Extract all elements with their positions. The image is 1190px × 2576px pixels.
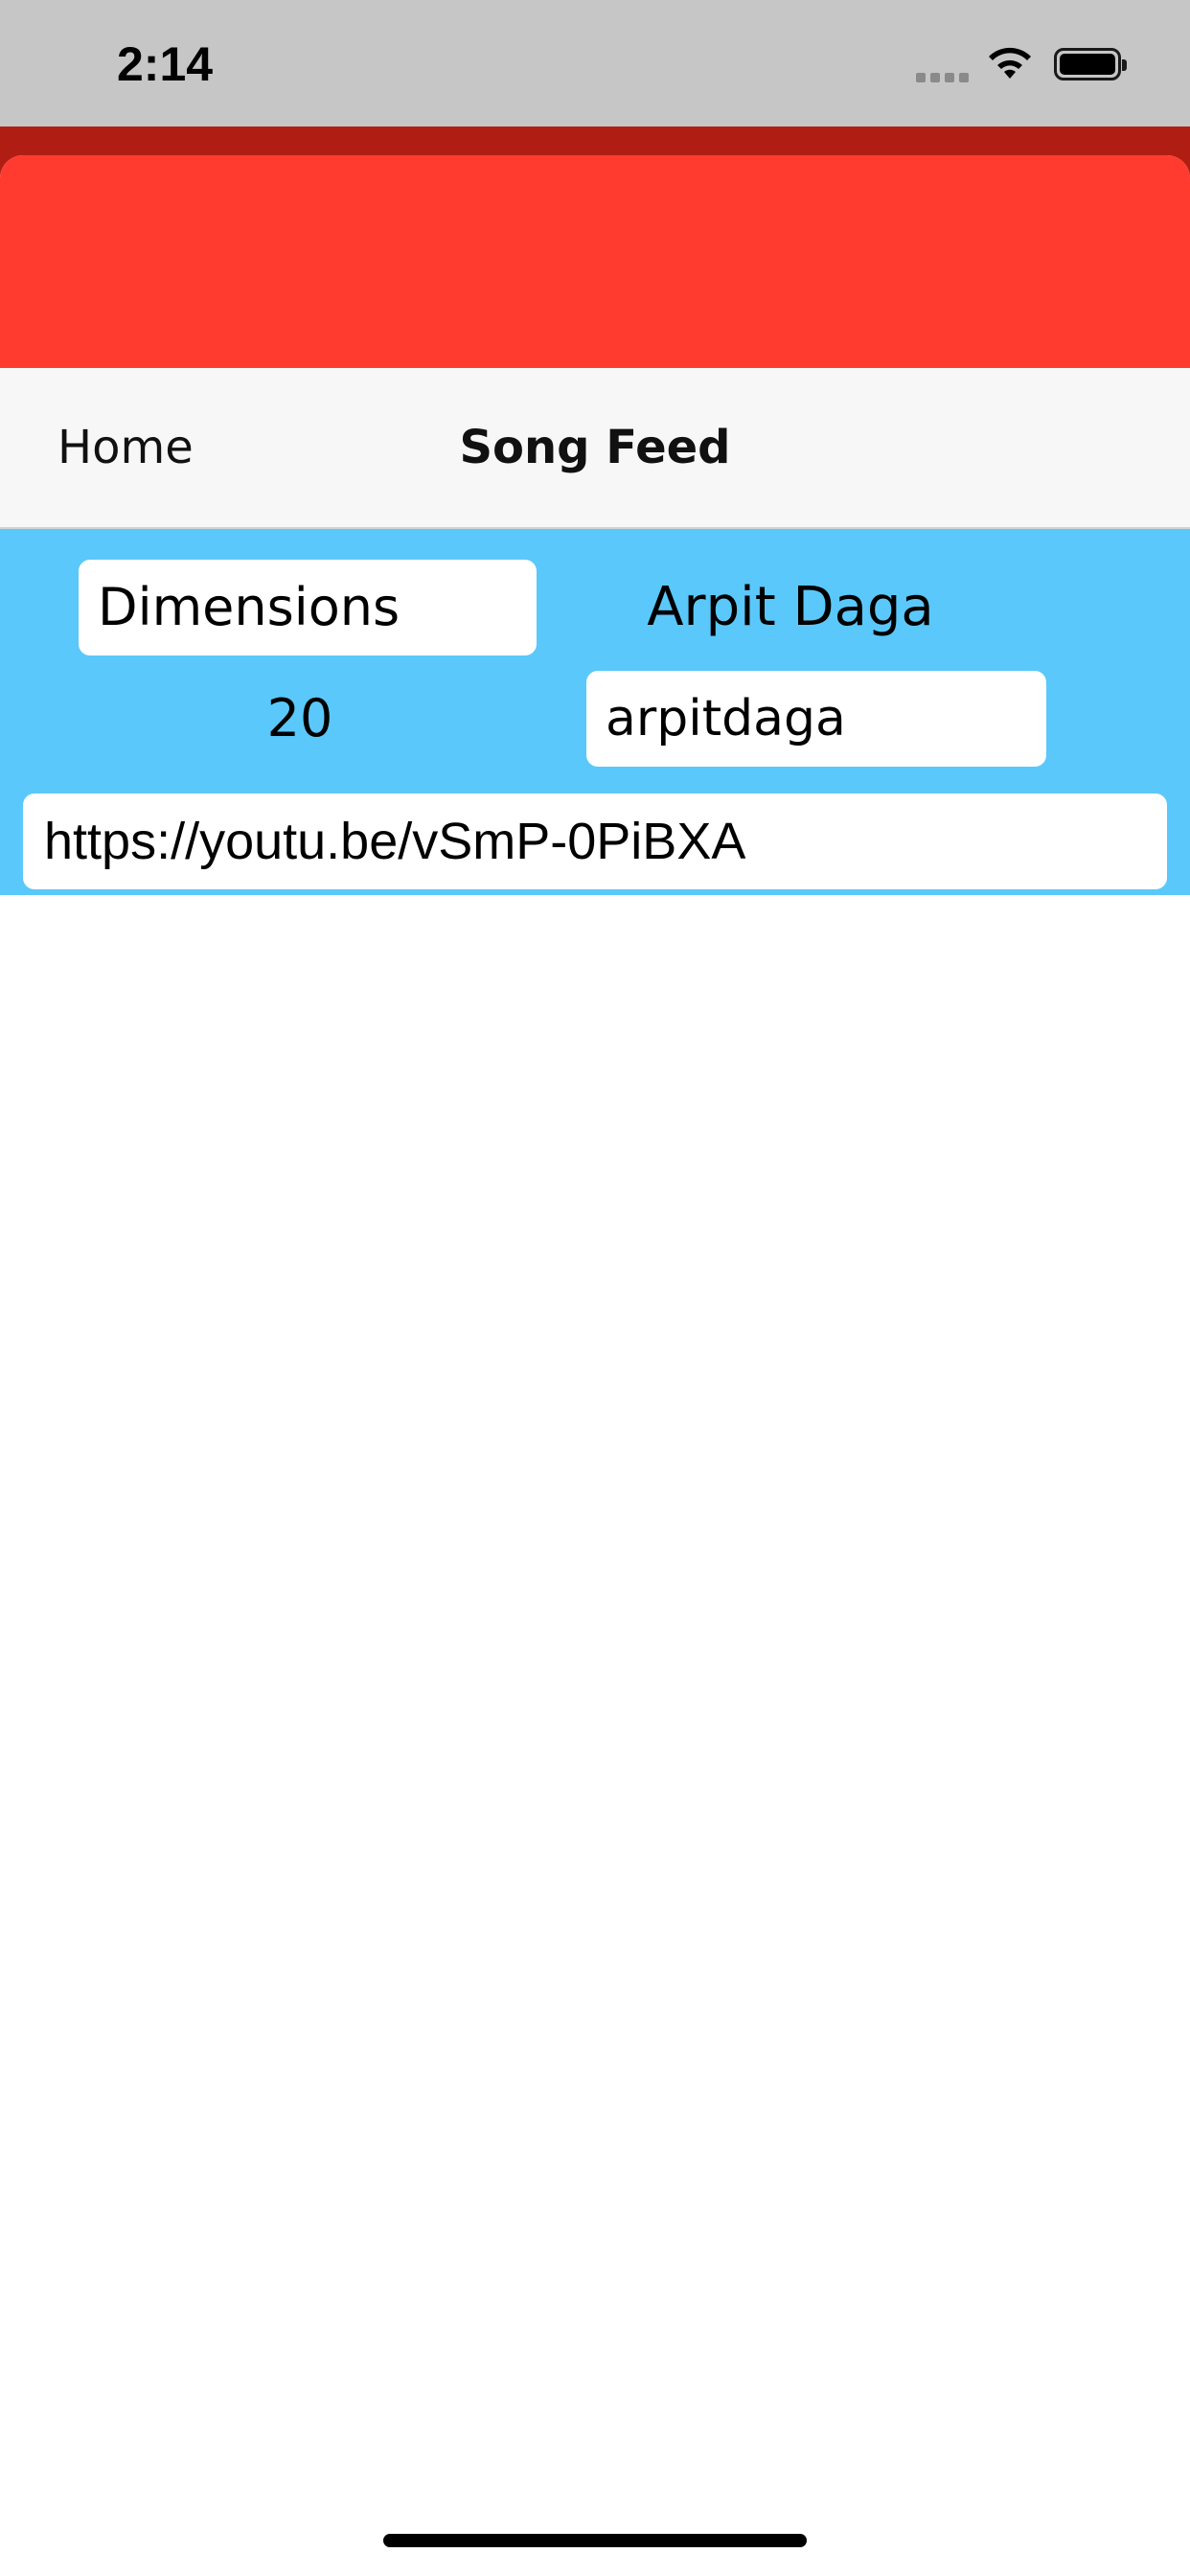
username-field[interactable]: arpitdaga xyxy=(586,671,1046,767)
song-name-field[interactable]: Dimensions xyxy=(79,560,537,656)
status-time: 2:14 xyxy=(117,37,214,91)
header-banner xyxy=(0,155,1190,368)
navigation-bar: Home Song Feed xyxy=(0,368,1190,529)
battery-icon xyxy=(1054,48,1127,80)
artist-name: Arpit Daga xyxy=(647,576,934,638)
song-feed-sheet: Home Song Feed Dimensions Arpit Daga 20 … xyxy=(0,155,1190,2576)
song-link-field[interactable]: https://youtu.be/vSmP-0PiBXA xyxy=(23,794,1167,889)
song-card[interactable]: Dimensions Arpit Daga 20 arpitdaga https… xyxy=(0,529,1190,895)
status-bar: 2:14 xyxy=(0,0,1190,126)
page-title: Song Feed xyxy=(459,421,731,474)
home-indicator[interactable] xyxy=(383,2534,807,2547)
rating-value: 20 xyxy=(266,688,333,748)
cellular-signal-icon xyxy=(916,71,970,82)
wifi-icon xyxy=(989,47,1031,79)
